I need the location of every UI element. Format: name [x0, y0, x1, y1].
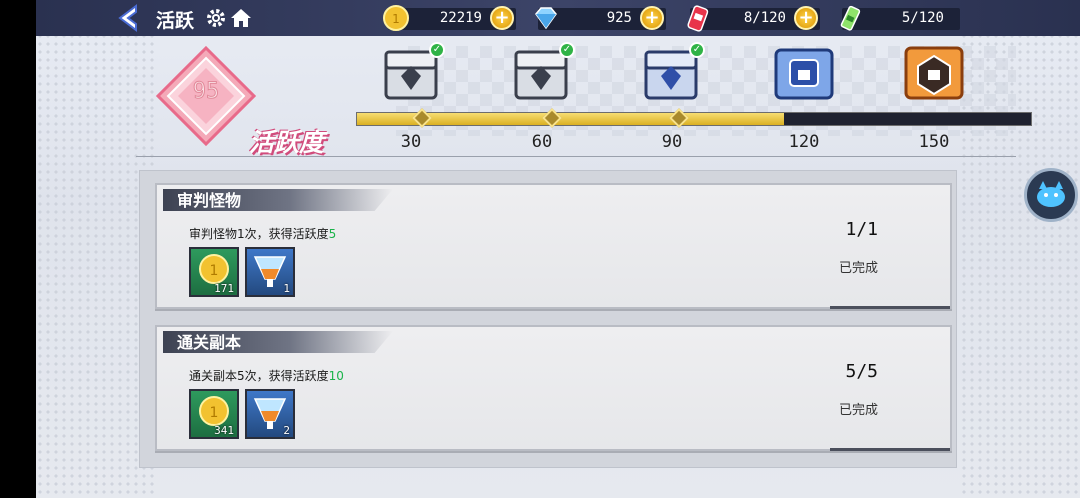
reward-quantity: 171	[214, 282, 234, 295]
task-name: 审判怪物	[177, 191, 242, 210]
claimed-check-icon: ✓	[559, 42, 575, 58]
activity-score: 95	[192, 79, 220, 105]
task-status: 已完成	[838, 403, 878, 418]
claimed-check-icon: ✓	[689, 42, 705, 58]
task-card: 通关副本 通关副本5次，获得活跃度10 1 341 2 5/5 已完成	[155, 325, 952, 451]
reward-exp-drink[interactable]: 2	[245, 389, 295, 439]
diamond-value: 925	[606, 10, 632, 26]
svg-text:1: 1	[210, 405, 219, 421]
reward-gold-coin[interactable]: 1 171	[189, 247, 239, 297]
task-list-panel: 审判怪物 审判怪物1次，获得活跃度5 1 171 1 1/1 已完成 通关副本 …	[139, 170, 957, 468]
status-underline	[830, 448, 950, 451]
reward-quantity: 1	[283, 282, 290, 295]
task-desc-text: 通关副本5次，获得活跃度	[189, 369, 329, 383]
milestone-60: 60	[531, 132, 553, 152]
svg-text:1: 1	[210, 263, 219, 279]
milestone-90: 90	[661, 132, 683, 152]
coin-icon: 1	[383, 5, 409, 31]
coin-value: 22219	[439, 10, 482, 26]
back-arrow-icon[interactable]	[116, 4, 140, 32]
energy-value: 8/120	[743, 10, 786, 26]
reward-quantity: 341	[214, 424, 234, 437]
milestone-30: 30	[400, 132, 422, 152]
gear-icon[interactable]	[206, 8, 226, 28]
reward-exp-drink[interactable]: 1	[245, 247, 295, 297]
task-card: 审判怪物 审判怪物1次，获得活跃度5 1 171 1 1/1 已完成	[155, 183, 952, 309]
reward-gold-coin[interactable]: 1 341	[189, 389, 239, 439]
task-status: 已完成	[838, 261, 878, 276]
task-progress: 5/5	[845, 361, 878, 382]
diamond-icon	[535, 7, 557, 30]
activity-progress-section: 95 活跃度 30 60 90 120 150 ✓ ✓ ✓	[136, 36, 1032, 157]
task-points: 5	[328, 227, 337, 241]
page-title: 活跃	[156, 10, 195, 32]
task-progress: 1/1	[845, 219, 878, 240]
task-desc-text: 审判怪物1次，获得活跃度	[189, 227, 329, 241]
activity-progress-bar	[356, 112, 1032, 126]
top-bar: 活跃 1 22219 + 925 + 8/120 + 5/120	[36, 0, 1080, 36]
task-points: 10	[328, 369, 344, 383]
task-name: 通关副本	[177, 333, 242, 352]
task-description: 通关副本5次，获得活跃度10	[189, 367, 344, 384]
section-divider	[136, 156, 1016, 157]
coin-counter: 1 22219 +	[383, 5, 516, 31]
home-icon[interactable]	[230, 8, 252, 28]
energy-drink-icon	[687, 5, 709, 32]
stamina-counter: 5/120	[840, 5, 960, 31]
status-underline	[830, 306, 950, 309]
stamina-pack-icon	[840, 5, 861, 31]
reward-quantity: 2	[283, 424, 290, 437]
pet-shortcut-button[interactable]	[1024, 168, 1078, 222]
diamond-counter: 925 +	[535, 6, 666, 30]
activity-screen: 活跃 1 22219 + 925 + 8/120 + 5/120 95 活跃度 …	[36, 0, 1080, 498]
add-energy-button[interactable]: +	[794, 6, 818, 30]
energy-counter: 8/120 +	[687, 5, 820, 32]
task-description: 审判怪物1次，获得活跃度5	[189, 225, 336, 242]
chest-120-icon[interactable]	[768, 42, 840, 102]
chest-150-icon[interactable]	[898, 42, 970, 102]
stamina-value: 5/120	[901, 10, 944, 26]
milestone-120: 120	[788, 132, 820, 152]
add-coin-button[interactable]: +	[490, 6, 514, 30]
claimed-check-icon: ✓	[429, 42, 445, 58]
pet-face-icon	[1037, 181, 1065, 207]
activity-label: 活跃度	[249, 128, 325, 157]
milestone-150: 150	[918, 132, 950, 152]
svg-text:1: 1	[392, 12, 400, 26]
add-diamond-button[interactable]: +	[640, 6, 664, 30]
